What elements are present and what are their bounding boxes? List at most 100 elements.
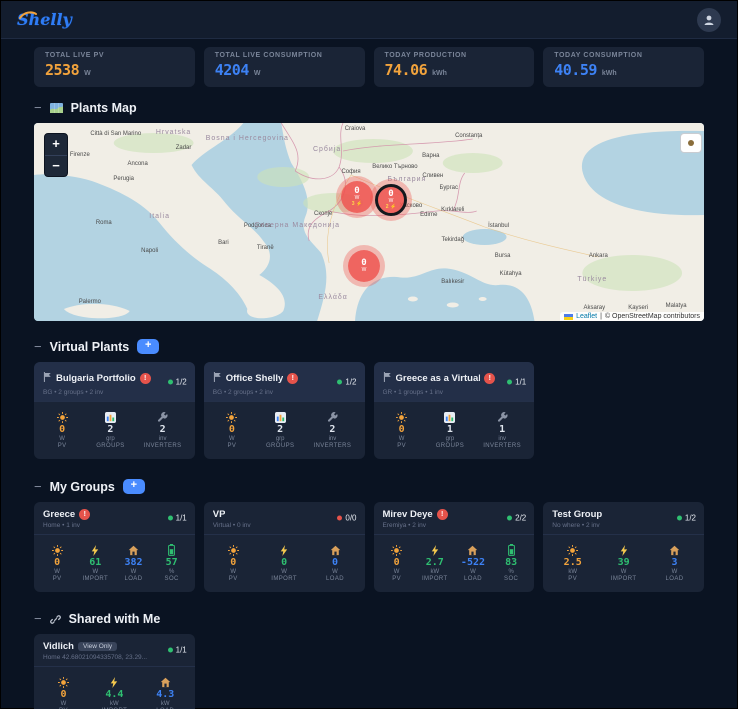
stat-card-total-live-pv: TOTAL LIVE PV 2538 W (34, 47, 195, 87)
alert-badge: ! (139, 372, 151, 384)
stat-unit: % (508, 569, 514, 575)
group-card[interactable]: VP Virtual • 0 inv 0/0 0 W PV 0 W IMPORT 0 W LOAD (203, 502, 365, 592)
card-title: VP (212, 509, 226, 520)
stat-unit: W (398, 436, 405, 442)
add-virtual-plant-button[interactable]: + (137, 339, 160, 354)
plants-map[interactable]: Città di San Marino Hrvatska Bosna i Herce… (34, 123, 704, 321)
collapse-toggle[interactable]: − (34, 101, 42, 114)
stat-value: 2538 (45, 61, 80, 79)
stat-label: IMPORT (610, 576, 637, 582)
leaflet-link[interactable]: Leaflet (576, 313, 597, 320)
map-label: Città di San Marino (90, 131, 141, 137)
plant-cluster-marker[interactable]: 0W (348, 250, 380, 282)
add-group-button[interactable]: + (122, 479, 145, 494)
status-badge: 1/2 (167, 377, 187, 386)
status-count: 2/2 (515, 513, 527, 523)
stat-label: LOAD (665, 576, 684, 582)
card-title: Test Group (552, 509, 603, 520)
load-home-icon (330, 545, 340, 556)
group-card[interactable]: Mirev Deye! Eremiya • 2 inv 2/2 0 W PV 2.7 kW IM… (373, 502, 535, 592)
stat-unit: inv (328, 436, 337, 442)
stat-label: INVERTERS (313, 443, 352, 449)
map-label: Balıkesir (441, 279, 464, 285)
map-zoom-control: + − (44, 133, 68, 177)
status-count: 1/1 (175, 513, 187, 523)
stat-import: 39 W IMPORT (609, 544, 639, 582)
status-count: 1/2 (345, 377, 357, 386)
stat-pv: 0WPV (387, 411, 417, 449)
status-badge: 0/0 (337, 514, 357, 523)
stat-unit: kW (568, 569, 578, 575)
stat-value: 39 (617, 557, 630, 568)
map-label: София (341, 169, 360, 175)
card-header: Office Shelly! BG • 2 groups • 2 inv 1/2 (203, 362, 365, 401)
shelly-logo[interactable]: Shelly (17, 10, 72, 29)
group-card[interactable]: Test Group No where • 2 inv 1/2 2.5 kW PV 39 W I… (543, 502, 704, 592)
virtual-plant-card[interactable]: Office Shelly! BG • 2 groups • 2 inv 1/2 0 W… (203, 362, 365, 459)
stat-unit: W (253, 70, 261, 77)
shared-plant-card[interactable]: Vidlich View Only Home 42.68021094335708, … (34, 634, 195, 709)
plant-flag-icon (213, 369, 222, 387)
sun-icon (567, 544, 579, 556)
plant-flag-icon (43, 369, 52, 387)
stat-value: 4204 (214, 61, 250, 79)
map-label: Бургас (440, 185, 458, 191)
stat-value: 61 (89, 557, 102, 568)
groups-chart-icon (104, 412, 116, 423)
stat-label: INVERTERS (483, 443, 522, 449)
stat-unit: W (60, 701, 67, 707)
stat-load: 3 W LOAD (660, 544, 690, 582)
map-label: Северна Македонија (254, 222, 340, 229)
zoom-in-button[interactable]: + (45, 134, 67, 155)
user-avatar-button[interactable] (697, 7, 721, 32)
plant-cluster-marker[interactable]: 0W3 ⚡ (341, 181, 373, 213)
stat-value: 57 (165, 557, 178, 568)
map-label: Bosna i Hercegovina (206, 135, 289, 142)
stat-value: 40.59 (554, 61, 597, 79)
card-stats: 0 W PV 2 grp GROUPS 2 inv INVERTERS (203, 401, 365, 459)
home-icon (128, 544, 139, 556)
sun-icon (51, 545, 63, 556)
stat-label: PV (397, 443, 407, 449)
stat-card-total-live-consumption: TOTAL LIVE CONSUMPTION 4204 W (203, 47, 365, 87)
status-dot (167, 379, 173, 384)
map-attribution: Leaflet | © OpenStreetMap contributors (560, 312, 704, 321)
collapse-toggle[interactable]: − (34, 340, 42, 353)
stat-pv: 0WPV (42, 544, 72, 582)
card-header: Greece as a Virtual! GR • 1 groups • 1 in… (373, 362, 535, 401)
map-layers-control[interactable] (680, 133, 702, 153)
group-card[interactable]: Greece! Home • 1 inv 1/1 0 W PV 61 W IMPORT 382 W L… (34, 502, 195, 592)
stat-label: SOC (164, 576, 179, 582)
status-count: 1/2 (684, 513, 696, 523)
stat-unit: W (230, 569, 237, 575)
virtual-plant-card[interactable]: Bulgaria Portfolio! BG • 2 groups • 2 inv… (34, 362, 195, 459)
status-badge: 1/2 (676, 513, 696, 523)
stat-inverters: 2 inv INVERTERS (144, 411, 182, 449)
status-badge: 2/2 (507, 514, 526, 523)
zoom-out-button[interactable]: − (45, 155, 67, 176)
virtual-plant-card[interactable]: Greece as a Virtual! GR • 1 groups • 1 in… (373, 362, 535, 459)
card-title: Office Shelly (225, 372, 284, 384)
collapse-toggle[interactable]: − (34, 612, 42, 625)
stat-value: 4.3 (156, 689, 175, 700)
card-stats: 0 W PV 1 grp GROUPS 1 inv INVERTERS (373, 401, 535, 459)
collapse-toggle[interactable]: − (34, 480, 42, 493)
stat-value: 0 (393, 557, 400, 568)
stat-value: 0 (230, 557, 237, 568)
card-header: Bulgaria Portfolio! BG • 2 groups • 2 inv… (34, 362, 195, 401)
chart-icon (104, 411, 116, 423)
stat-value: 3 (671, 557, 678, 568)
marker-value: 0 (354, 186, 360, 196)
plant-cluster-marker[interactable]: 0W2 ⚡ (375, 184, 407, 216)
alert-badge: ! (79, 509, 91, 520)
inverter-wrench-icon (327, 412, 338, 422)
stat-label: PV (568, 576, 578, 582)
stat-unit: W (470, 569, 476, 575)
marker-value: 0 (361, 258, 367, 268)
virtual-plants-cards: Bulgaria Portfolio! BG • 2 groups • 2 inv… (34, 362, 704, 459)
status-dot (507, 379, 513, 384)
map-label: Kırklareli (441, 207, 464, 213)
chart-icon (274, 411, 286, 423)
stat-unit: kW (110, 701, 119, 707)
stat-label: PV (52, 576, 62, 582)
